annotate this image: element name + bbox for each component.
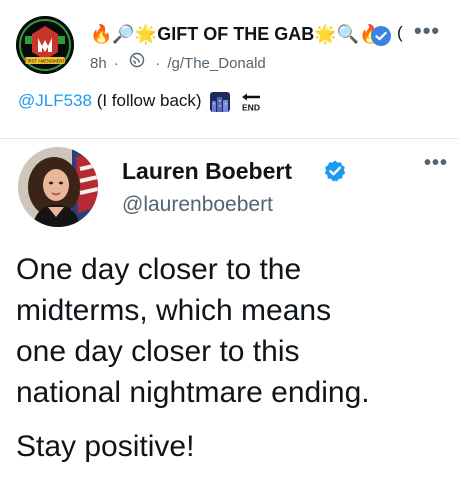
gab-post: FIRST AMENDMENT 🔥🔎🌟GIFT OF THE GAB🌟🔍🔥 ( … [0,0,458,500]
tweet-line: national nightmare ending. [16,376,370,409]
post-comment: @JLF538 (I follow back) END [18,90,263,112]
night-city-icon [210,91,231,112]
meta-separator: · [113,55,119,73]
community-link[interactable]: /g/The_Donald [167,54,265,74]
end-arrow-icon: END [242,93,261,112]
avatar-banner-text: FIRST AMENDMENT [25,59,65,64]
author-prefix-emoji: 🔥🔎🌟 [90,24,158,44]
verified-icon [371,26,391,46]
post-meta: 8h · · /g/The_Donald [90,52,266,72]
post-header: FIRST AMENDMENT 🔥🔎🌟GIFT OF THE GAB🌟🔍🔥 ( … [14,14,454,76]
tweet-more-button[interactable]: ••• [424,153,448,173]
post-more-button[interactable]: ••• [414,20,440,42]
tweet-line: One day closer to the [16,253,302,286]
post-time[interactable]: 8h [90,54,107,74]
globe-icon [129,52,145,68]
meta-separator-2: · [155,55,161,73]
end-label: END [242,102,260,112]
tweet-line: one day closer to this [16,335,300,368]
tweet-line: midterms, which means [16,294,332,327]
author-avatar[interactable]: FIRST AMENDMENT [16,16,74,74]
tweet-author-avatar[interactable] [18,147,98,227]
mention-link[interactable]: @JLF538 [18,91,92,110]
embedded-tweet[interactable]: Lauren Boebert @laurenboebert ••• One da… [0,138,458,500]
author-display-name[interactable]: 🔥🔎🌟GIFT OF THE GAB🌟🔍🔥 [90,22,382,46]
author-name-text: GIFT OF THE GAB [157,24,315,44]
tweet-body: One day closer to the midterms, which me… [16,249,452,467]
tweet-author-handle[interactable]: @laurenboebert [122,191,273,219]
name-overflow: ( [397,23,403,42]
verified-icon [324,160,346,182]
comment-text: (I follow back) [96,91,202,110]
tweet-author-name[interactable]: Lauren Boebert [122,157,292,185]
tweet-closing: Stay positive! [16,430,195,463]
